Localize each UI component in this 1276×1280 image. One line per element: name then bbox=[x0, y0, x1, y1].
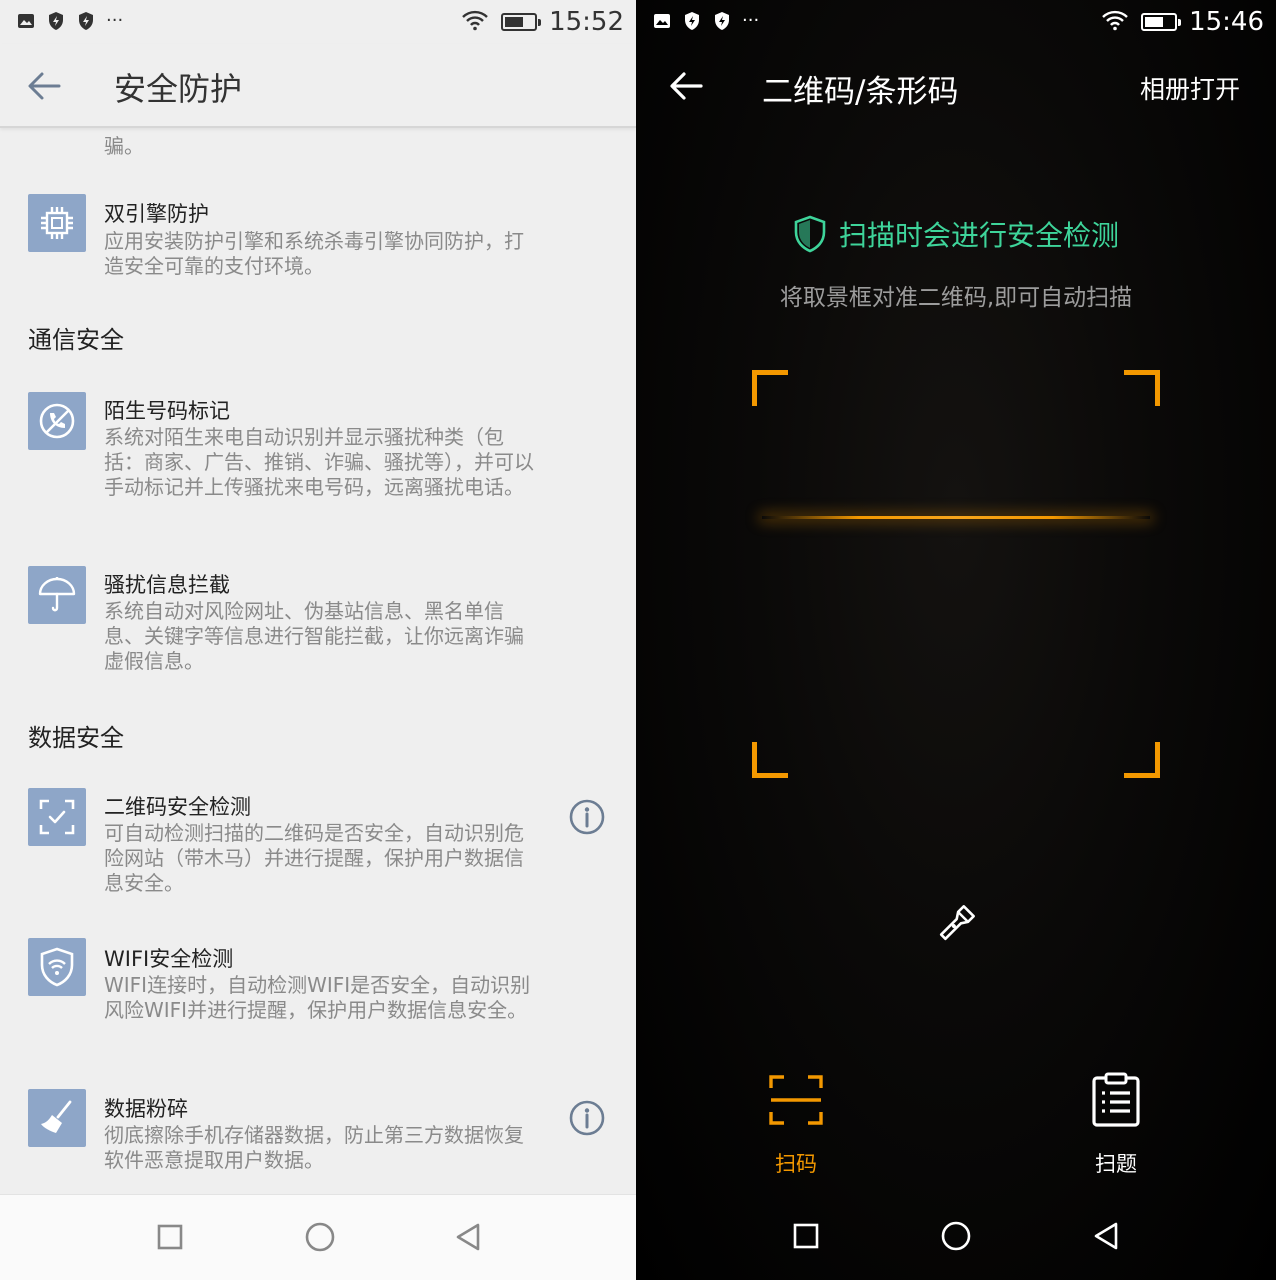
security-settings-screen: ··· 15:52 安全防护 骗。 双引擎防护 应用安装防护引擎和系统杀毒引擎协… bbox=[0, 0, 636, 1280]
recents-button[interactable] bbox=[150, 1217, 190, 1257]
navigation-bar bbox=[636, 1194, 1276, 1280]
home-button[interactable] bbox=[300, 1217, 340, 1257]
status-time: 15:52 bbox=[549, 7, 624, 37]
nav-back-button[interactable] bbox=[448, 1217, 488, 1257]
item-description: 彻底擦除手机存储器数据，防止第三方数据恢复软件恶意提取用户数据。 bbox=[104, 1123, 524, 1172]
info-button[interactable] bbox=[568, 798, 606, 836]
wifi-shield-icon bbox=[28, 938, 86, 996]
more-notifications-icon: ··· bbox=[106, 10, 124, 31]
item-description: 应用安装防护引擎和系统杀毒引擎协同防护，打造安全可靠的支付环境。 bbox=[104, 229, 524, 278]
info-icon bbox=[569, 799, 605, 835]
status-bar: ··· 15:52 bbox=[0, 0, 636, 44]
item-title: 骚扰信息拦截 bbox=[104, 573, 230, 597]
shield-icon bbox=[794, 215, 826, 253]
settings-list: 骗。 双引擎防护 应用安装防护引擎和系统杀毒引擎协同防护，打造安全可靠的支付环境… bbox=[0, 128, 636, 1194]
qr-scanner-screen: ··· 15:46 二维码/条形码 相册打开 扫描时会进行安全检测 将取景框对准… bbox=[636, 0, 1276, 1280]
page-title: 安全防护 bbox=[114, 70, 243, 108]
scan-code-label: 扫码 bbox=[775, 1152, 817, 1176]
item-title: 二维码安全检测 bbox=[104, 795, 251, 819]
home-button[interactable] bbox=[936, 1216, 976, 1256]
scan-line bbox=[762, 516, 1150, 519]
viewfinder-corner bbox=[1124, 370, 1160, 406]
shield-notification-icon bbox=[76, 11, 96, 31]
viewfinder-corner bbox=[752, 370, 788, 406]
triangle-back-icon bbox=[1094, 1222, 1118, 1250]
status-bar: ··· 15:46 bbox=[636, 0, 1276, 44]
security-check-text: 扫描时会进行安全检测 bbox=[838, 219, 1119, 252]
back-button[interactable] bbox=[22, 64, 66, 108]
chip-icon bbox=[28, 194, 86, 252]
item-title: 陌生号码标记 bbox=[104, 399, 230, 423]
info-button[interactable] bbox=[568, 1099, 606, 1137]
app-bar: 安全防护 bbox=[0, 44, 636, 128]
scan-hint: 将取景框对准二维码,即可自动扫描 bbox=[779, 285, 1133, 311]
more-notifications-icon: ··· bbox=[742, 10, 760, 31]
shield-notification-icon bbox=[46, 11, 66, 31]
umbrella-icon bbox=[28, 566, 86, 624]
shield-notification-icon bbox=[682, 11, 702, 31]
nav-back-button[interactable] bbox=[1086, 1216, 1126, 1256]
square-icon bbox=[793, 1223, 819, 1249]
shield-notification-icon bbox=[712, 11, 732, 31]
wifi-icon bbox=[461, 9, 489, 35]
item-description: 可自动检测扫描的二维码是否安全，自动识别危险网站（带木马）并进行提醒，保护用户数… bbox=[104, 821, 524, 895]
status-time: 15:46 bbox=[1189, 7, 1264, 37]
battery-icon bbox=[1141, 13, 1182, 31]
scan-question-tab[interactable]: 扫题 bbox=[1056, 1070, 1176, 1178]
item-description: WIFI连接时，自动检测WIFI是否安全，自动识别风险WIFI并进行提醒，保护用… bbox=[104, 973, 531, 1022]
navigation-bar bbox=[0, 1194, 636, 1280]
section-title-data: 数据安全 bbox=[28, 724, 124, 752]
app-bar: 二维码/条形码 相册打开 bbox=[636, 44, 1276, 128]
gallery-notification-icon bbox=[16, 11, 36, 31]
item-title: 双引擎防护 bbox=[104, 202, 209, 226]
circle-icon bbox=[941, 1221, 971, 1251]
phone-block-icon bbox=[28, 392, 86, 450]
flashlight-button[interactable] bbox=[932, 900, 980, 948]
truncated-description: 骗。 bbox=[104, 134, 144, 158]
wifi-icon bbox=[1101, 9, 1129, 35]
item-description: 系统对陌生来电自动识别并显示骚扰种类（包括：商家、广告、推销、诈骗、骚扰等），并… bbox=[104, 425, 534, 499]
viewfinder-corner bbox=[752, 742, 788, 778]
item-title: 数据粉碎 bbox=[104, 1097, 188, 1121]
section-title-communication: 通信安全 bbox=[28, 326, 124, 354]
viewfinder-corner bbox=[1124, 742, 1160, 778]
qr-scan-icon bbox=[28, 788, 86, 846]
flashlight-icon bbox=[939, 905, 975, 941]
security-check-banner: 扫描时会进行安全检测 bbox=[636, 214, 1276, 254]
item-title: WIFI安全检测 bbox=[104, 947, 234, 971]
clipboard-list-icon bbox=[1086, 1070, 1146, 1130]
open-album-button[interactable]: 相册打开 bbox=[1140, 70, 1240, 106]
recents-button[interactable] bbox=[786, 1216, 826, 1256]
arrow-left-icon bbox=[28, 72, 61, 100]
item-description: 系统自动对风险网址、伪基站信息、黑名单信息、关键字等信息进行智能拦截，让你远离诈… bbox=[104, 599, 524, 673]
scan-question-label: 扫题 bbox=[1095, 1152, 1137, 1176]
battery-icon bbox=[501, 13, 542, 31]
page-title: 二维码/条形码 bbox=[762, 74, 959, 110]
back-button[interactable] bbox=[664, 64, 708, 108]
viewfinder bbox=[752, 370, 1160, 778]
triangle-back-icon bbox=[456, 1223, 480, 1251]
scan-code-tab[interactable]: 扫码 bbox=[736, 1070, 856, 1178]
square-icon bbox=[157, 1224, 183, 1250]
info-icon bbox=[569, 1100, 605, 1136]
arrow-left-icon bbox=[670, 72, 703, 100]
scan-frame-icon bbox=[766, 1070, 826, 1130]
circle-icon bbox=[305, 1222, 335, 1252]
gallery-notification-icon bbox=[652, 11, 672, 31]
broom-icon bbox=[28, 1089, 86, 1147]
